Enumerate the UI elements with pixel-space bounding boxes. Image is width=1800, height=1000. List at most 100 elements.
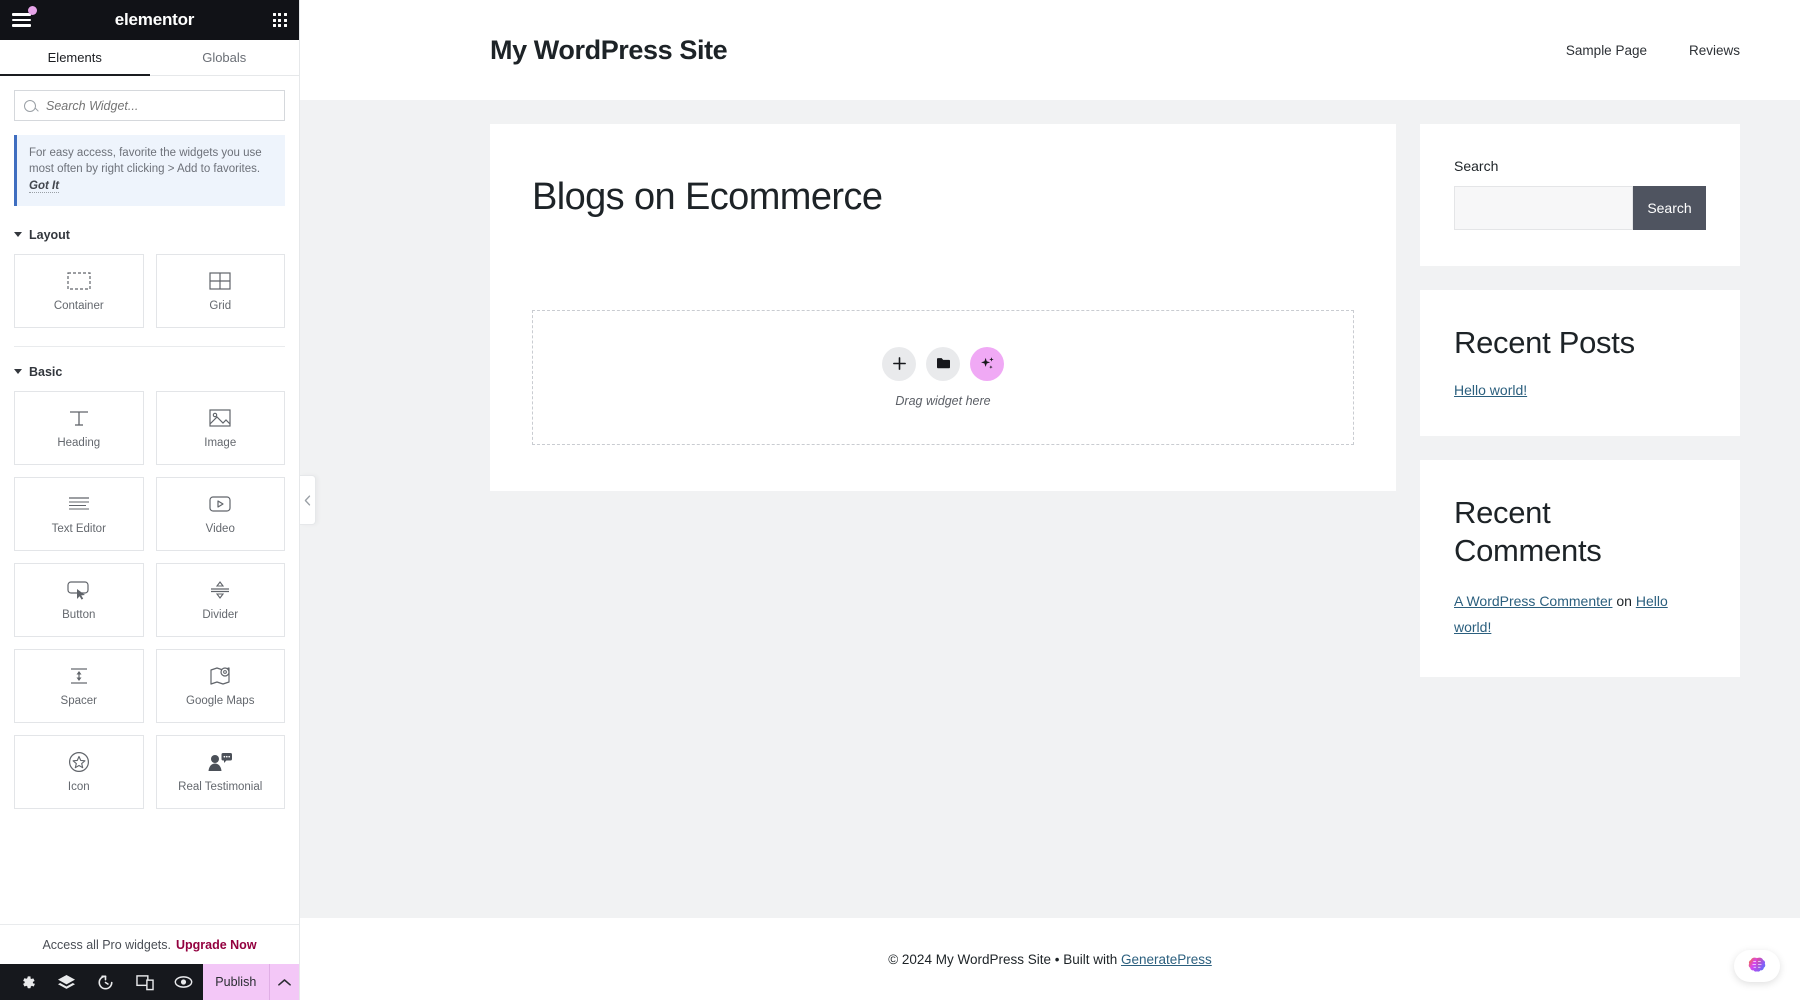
nav-item-reviews[interactable]: Reviews (1689, 43, 1740, 58)
section-layout-header[interactable]: Layout (14, 228, 285, 242)
search-icon (24, 100, 36, 112)
widget-divider[interactable]: Divider (156, 563, 286, 637)
layout-widget-grid: Container Grid (14, 254, 285, 328)
widget-label: Video (206, 523, 235, 535)
publish-bar: Publish (0, 964, 299, 1000)
spacer-icon (67, 665, 91, 687)
ai-assistant-button[interactable] (1734, 950, 1780, 982)
elementor-editor: elementor Elements Globals For easy acce… (0, 0, 1800, 1000)
widget-real-testimonial[interactable]: Real Testimonial (156, 735, 286, 809)
widget-label: Divider (202, 609, 238, 621)
site-title[interactable]: My WordPress Site (490, 35, 727, 66)
widget-label: Google Maps (186, 695, 254, 707)
hamburger-icon[interactable] (12, 8, 36, 32)
notification-dot (28, 6, 37, 15)
widget-video[interactable]: Video (156, 477, 286, 551)
widget-label: Spacer (61, 695, 97, 707)
chevron-up-icon (278, 978, 291, 987)
caret-down-icon (14, 232, 22, 237)
widget-text-editor[interactable]: Text Editor (14, 477, 144, 551)
heading-icon (68, 407, 90, 429)
button-icon (66, 579, 92, 601)
ai-sparkle-icon (979, 355, 996, 372)
recent-post-link[interactable]: Hello world! (1454, 382, 1527, 398)
search-widget-label: Search (1454, 158, 1706, 174)
site-body: Blogs on Ecommerce (300, 100, 1800, 894)
ai-builder-button[interactable] (970, 347, 1004, 381)
widget-google-maps[interactable]: Google Maps (156, 649, 286, 723)
widget-grid[interactable]: Grid (156, 254, 286, 328)
testimonial-icon (207, 751, 233, 773)
publish-options-button[interactable] (269, 964, 299, 1000)
section-basic-header[interactable]: Basic (14, 365, 285, 379)
widget-image[interactable]: Image (156, 391, 286, 465)
add-template-button[interactable] (926, 347, 960, 381)
star-icon (68, 751, 90, 773)
panel-collapse-handle[interactable] (300, 475, 316, 525)
nav-item-sample-page[interactable]: Sample Page (1566, 43, 1647, 58)
site-nav: Sample Page Reviews (1566, 43, 1740, 58)
section-layout-title: Layout (29, 228, 70, 242)
caret-down-icon (14, 369, 22, 374)
recent-posts-title: Recent Posts (1454, 324, 1706, 362)
generatepress-link[interactable]: GeneratePress (1121, 952, 1212, 967)
elementor-logo: elementor (115, 10, 194, 30)
widget-dropzone[interactable]: Drag widget here (532, 310, 1354, 445)
widget-label: Container (54, 300, 104, 312)
favorites-tip-text: For easy access, favorite the widgets yo… (29, 147, 262, 175)
comment-connector: on (1612, 593, 1635, 609)
settings-gear-icon[interactable] (8, 964, 47, 1000)
dropzone-label: Drag widget here (895, 394, 990, 408)
image-icon (209, 407, 231, 429)
recent-posts-widget: Recent Posts Hello world! (1420, 290, 1740, 436)
widget-label: Image (204, 437, 236, 449)
chevron-left-icon (304, 495, 311, 506)
widget-heading[interactable]: Heading (14, 391, 144, 465)
site-search-input[interactable] (1454, 186, 1633, 230)
widget-spacer[interactable]: Spacer (14, 649, 144, 723)
site-search-button[interactable]: Search (1633, 186, 1706, 230)
favorites-tip: For easy access, favorite the widgets yo… (14, 135, 285, 206)
pro-bar-text: Access all Pro widgets. (42, 938, 171, 952)
widget-button[interactable]: Button (14, 563, 144, 637)
got-it-link[interactable]: Got It (29, 180, 59, 193)
site-footer: © 2024 My WordPress Site • Built with Ge… (300, 918, 1800, 1000)
site-sidebar: Search Search Recent Posts Hello world! … (1420, 124, 1740, 677)
grid-apps-icon[interactable] (273, 13, 287, 27)
video-icon (208, 493, 232, 515)
section-layout: Layout Container (14, 228, 285, 328)
text-editor-icon (67, 493, 91, 515)
container-icon (67, 270, 91, 292)
upgrade-now-link[interactable]: Upgrade Now (176, 938, 257, 952)
preview-eye-icon[interactable] (164, 964, 203, 1000)
section-basic: Basic Heading (14, 365, 285, 809)
history-icon[interactable] (86, 964, 125, 1000)
tab-globals[interactable]: Globals (150, 40, 300, 75)
add-element-button[interactable] (882, 347, 916, 381)
widget-label: Button (62, 609, 95, 621)
site-preview: My WordPress Site Sample Page Reviews Bl… (300, 0, 1800, 1000)
search-widget: Search Search (1420, 124, 1740, 266)
pro-upgrade-bar: Access all Pro widgets. Upgrade Now (0, 924, 299, 964)
publish-bar-icons (0, 964, 203, 1000)
panel-tabs: Elements Globals (0, 40, 299, 76)
panel-body: For easy access, favorite the widgets yo… (0, 76, 299, 924)
recent-comments-widget: Recent Comments A WordPress Commenter on… (1420, 460, 1740, 677)
responsive-mode-icon[interactable] (125, 964, 164, 1000)
widget-label: Icon (68, 781, 90, 793)
comment-author-link[interactable]: A WordPress Commenter (1454, 593, 1612, 609)
folder-icon (936, 357, 951, 370)
publish-button[interactable]: Publish (203, 964, 269, 1000)
tab-elements[interactable]: Elements (0, 40, 150, 75)
widget-label: Text Editor (52, 523, 106, 535)
page-title: Blogs on Ecommerce (532, 176, 1354, 220)
widget-icon[interactable]: Icon (14, 735, 144, 809)
site-header: My WordPress Site Sample Page Reviews (300, 0, 1800, 100)
recent-comment-item: A WordPress Commenter on Hello world! (1454, 589, 1706, 641)
footer-copyright-text: © 2024 My WordPress Site • Built with (888, 952, 1121, 967)
section-basic-title: Basic (29, 365, 62, 379)
widget-container[interactable]: Container (14, 254, 144, 328)
navigator-layers-icon[interactable] (47, 964, 86, 1000)
search-input[interactable] (14, 90, 285, 121)
widget-label: Heading (57, 437, 100, 449)
